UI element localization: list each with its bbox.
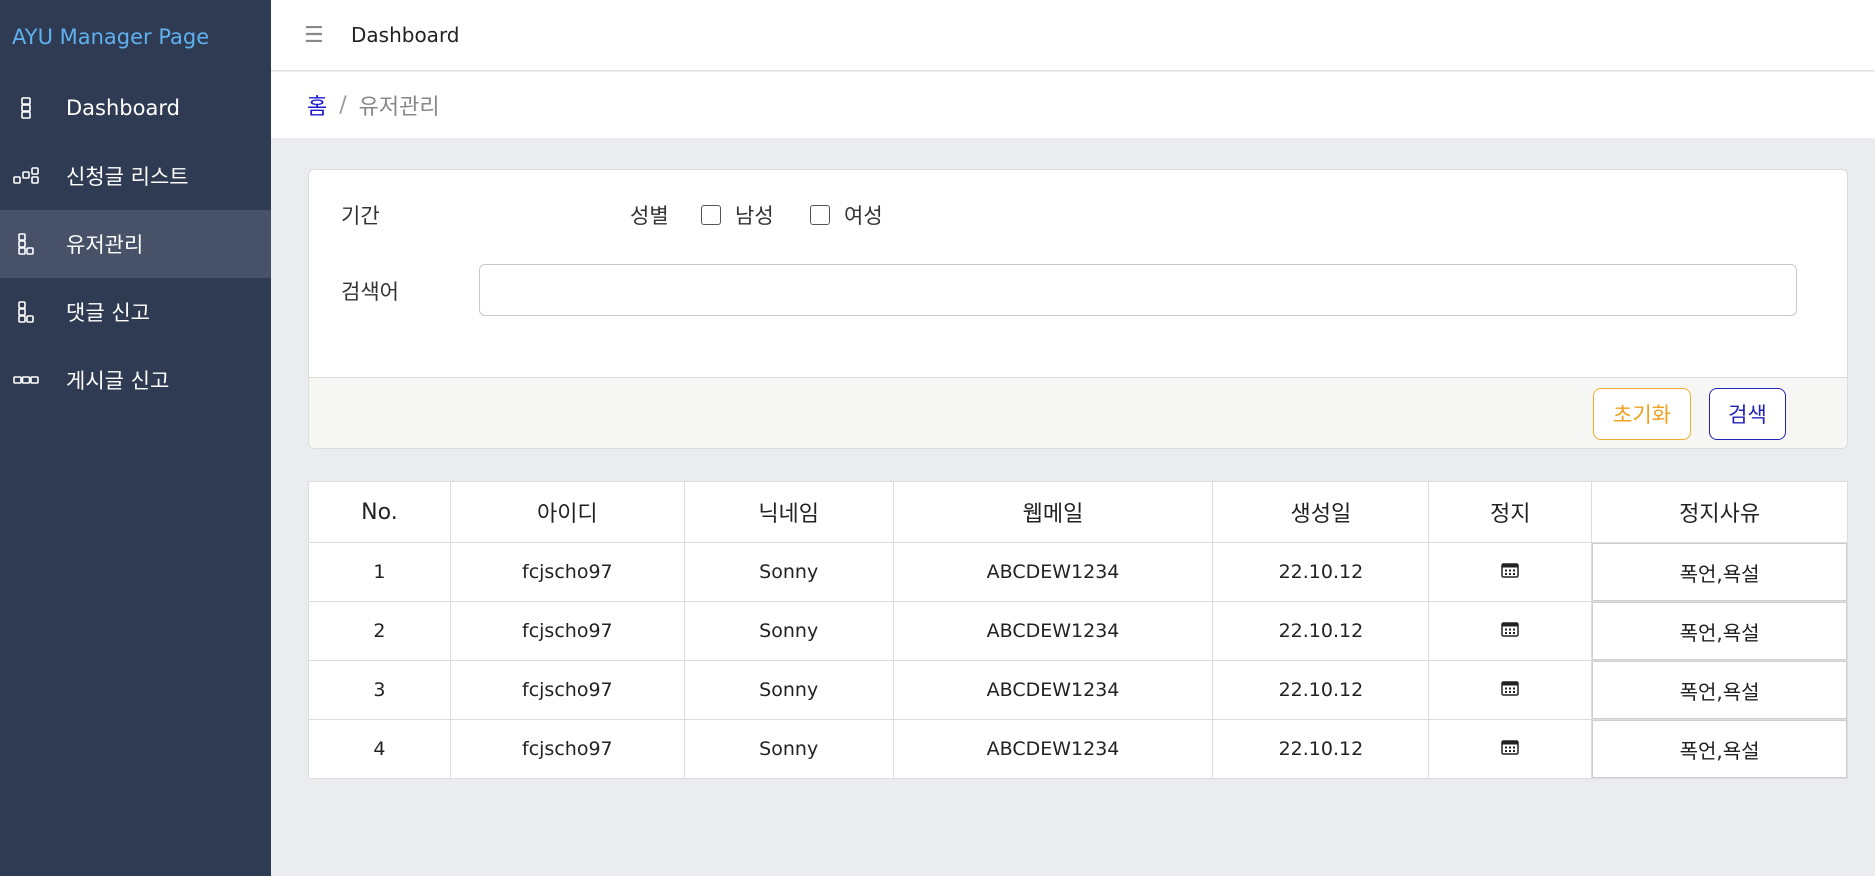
cell-created: 22.10.12 (1212, 719, 1430, 779)
calendar-icon[interactable] (1501, 738, 1519, 760)
column-header-nickname[interactable]: 닉네임 (683, 481, 894, 543)
sidebar-item-label: 게시글 신고 (66, 369, 170, 393)
cell-reason[interactable]: 폭언,욕설 (1591, 601, 1848, 661)
cell-webmail: ABCDEW1234 (892, 601, 1214, 661)
users-icon (12, 232, 40, 256)
female-label: 여성 (844, 204, 883, 228)
brand-title[interactable]: AYU Manager Page (0, 0, 271, 74)
breadcrumb-current: 유저관리 (358, 95, 440, 120)
keyword-input[interactable] (479, 264, 1797, 316)
sidebar-item-label: 신청글 리스트 (66, 165, 189, 189)
cell-nickname: Sonny (683, 719, 894, 779)
keyword-label: 검색어 (341, 280, 399, 304)
sidebar-item-label: 유저관리 (66, 233, 144, 257)
cell-webmail: ABCDEW1234 (892, 542, 1214, 602)
sidebar: AYU Manager Page Dashboard 신청글 리스트 유저관리 … (0, 0, 271, 876)
calendar-icon[interactable] (1501, 679, 1519, 701)
cell-id: fcjscho97 (449, 660, 685, 720)
list-icon (12, 164, 40, 188)
cell-reason[interactable]: 폭언,욕설 (1591, 660, 1848, 720)
table-header-row: No. 아이디 닉네임 웹메일 생성일 정지 정지사유 (308, 481, 1848, 543)
cell-created: 22.10.12 (1212, 660, 1430, 720)
column-header-reason[interactable]: 정지사유 (1591, 481, 1848, 543)
female-checkbox-wrapper[interactable]: 여성 (810, 200, 883, 230)
user-table-container: No. 아이디 닉네임 웹메일 생성일 정지 정지사유 1 fcjscho97 … (308, 481, 1848, 779)
breadcrumb-home-link[interactable]: 홈 (307, 89, 327, 121)
column-header-no[interactable]: No. (308, 481, 451, 543)
reset-button[interactable]: 초기화 (1593, 388, 1691, 440)
calendar-icon[interactable] (1501, 620, 1519, 642)
table-row[interactable]: 4 fcjscho97 Sonny ABCDEW1234 22.10.12 폭언… (308, 719, 1848, 779)
cell-webmail: ABCDEW1234 (892, 660, 1214, 720)
cell-id: fcjscho97 (449, 719, 685, 779)
dots-icon (12, 368, 40, 392)
breadcrumb-separator: / (339, 92, 347, 118)
dashboard-icon (12, 96, 40, 120)
filter-card: 기간 성별 남성 여성 검색어 초기화 검색 (308, 169, 1848, 449)
top-header: ☰ Dashboard (271, 0, 1875, 71)
cell-suspend (1428, 660, 1593, 720)
table-row[interactable]: 2 fcjscho97 Sonny ABCDEW1234 22.10.12 폭언… (308, 601, 1848, 661)
filter-actions: 초기화 검색 (309, 377, 1847, 448)
cell-nickname: Sonny (683, 601, 894, 661)
cell-suspend (1428, 719, 1593, 779)
cell-webmail: ABCDEW1234 (892, 719, 1214, 779)
column-header-suspend[interactable]: 정지 (1428, 481, 1593, 543)
period-label: 기간 (341, 204, 380, 228)
male-label: 남성 (735, 204, 774, 228)
column-header-webmail[interactable]: 웹메일 (892, 481, 1214, 543)
male-checkbox-wrapper[interactable]: 남성 (701, 200, 774, 230)
calendar-icon[interactable] (1501, 561, 1519, 583)
male-checkbox[interactable] (701, 205, 721, 225)
gender-label: 성별 (630, 204, 669, 228)
table-row[interactable]: 1 fcjscho97 Sonny ABCDEW1234 22.10.12 폭언… (308, 542, 1848, 602)
cell-created: 22.10.12 (1212, 542, 1430, 602)
sidebar-item-label: 댓글 신고 (66, 301, 150, 325)
sidebar-item-post-report[interactable]: 게시글 신고 (0, 346, 271, 414)
cell-no: 1 (308, 542, 451, 602)
cell-no: 2 (308, 601, 451, 661)
cell-nickname: Sonny (683, 542, 894, 602)
sidebar-item-comment-report[interactable]: 댓글 신고 (0, 278, 271, 346)
report-icon (12, 300, 40, 324)
cell-created: 22.10.12 (1212, 601, 1430, 661)
column-header-id[interactable]: 아이디 (449, 481, 685, 543)
search-button[interactable]: 검색 (1709, 388, 1786, 440)
sidebar-item-label: Dashboard (66, 96, 180, 120)
header-title: Dashboard (351, 23, 460, 47)
cell-suspend (1428, 601, 1593, 661)
breadcrumb: 홈 / 유저관리 (271, 72, 1875, 138)
cell-id: fcjscho97 (449, 601, 685, 661)
cell-reason[interactable]: 폭언,욕설 (1591, 542, 1848, 602)
cell-no: 3 (308, 660, 451, 720)
user-table: No. 아이디 닉네임 웹메일 생성일 정지 정지사유 1 fcjscho97 … (308, 481, 1848, 779)
cell-id: fcjscho97 (449, 542, 685, 602)
cell-reason[interactable]: 폭언,욕설 (1591, 719, 1848, 779)
table-row[interactable]: 3 fcjscho97 Sonny ABCDEW1234 22.10.12 폭언… (308, 660, 1848, 720)
cell-no: 4 (308, 719, 451, 779)
sidebar-item-dashboard[interactable]: Dashboard (0, 74, 271, 142)
menu-icon[interactable]: ☰ (304, 23, 340, 48)
cell-nickname: Sonny (683, 660, 894, 720)
cell-suspend (1428, 542, 1593, 602)
sidebar-item-request-list[interactable]: 신청글 리스트 (0, 142, 271, 210)
sidebar-item-user-management[interactable]: 유저관리 (0, 210, 271, 278)
female-checkbox[interactable] (810, 205, 830, 225)
column-header-created[interactable]: 생성일 (1212, 481, 1430, 543)
